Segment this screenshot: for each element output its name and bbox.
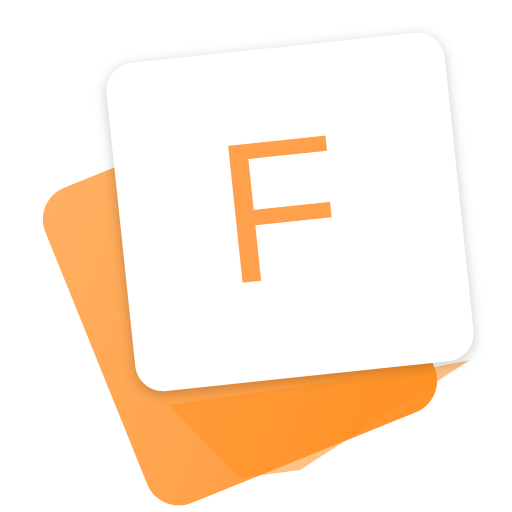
app-icon-graphic: F <box>42 32 474 506</box>
icon-letter: F <box>207 93 352 328</box>
app-icon: F <box>0 0 512 512</box>
